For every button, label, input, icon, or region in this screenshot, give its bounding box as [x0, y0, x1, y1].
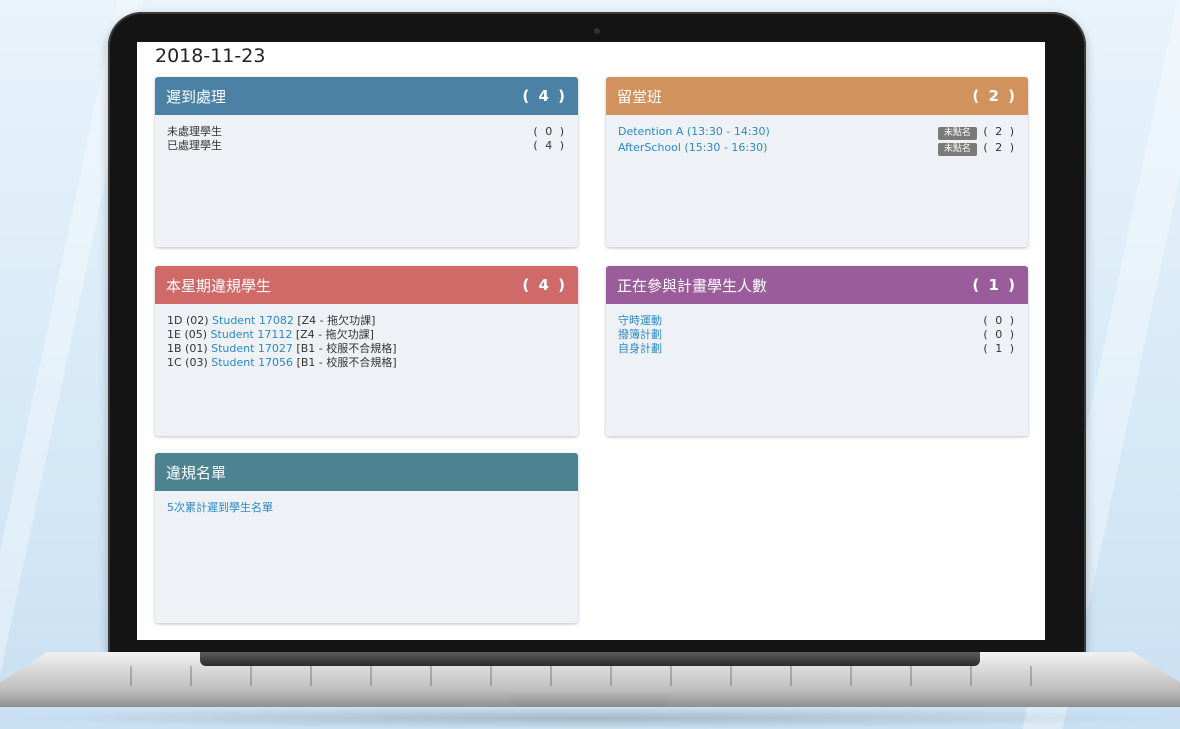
- late-panel-body: 未處理學生 ( 0 ) 已處理學生 ( 4 ): [155, 115, 578, 163]
- not-taken-attendance-badge: 未點名: [937, 142, 977, 156]
- late-row-label[interactable]: 已處理學生: [167, 139, 222, 153]
- violation-row: 1D (02) Student 17082 [Z4 - 拖欠功課]: [167, 314, 566, 328]
- program-count: ( 1 ): [983, 342, 1016, 355]
- programs-panel-header[interactable]: 正在參與計畫學生人數 ( 1 ): [606, 266, 1028, 304]
- program-count: ( 0 ): [983, 314, 1016, 327]
- late-row: 未處理學生 ( 0 ): [167, 125, 566, 139]
- laptop-keyboard-edge: [130, 666, 1050, 686]
- late-row-count: ( 4 ): [533, 139, 566, 152]
- late-panel-count: ( 4 ): [522, 87, 567, 105]
- detention-row-count: ( 2 ): [983, 140, 1016, 154]
- programs-panel: 正在參與計畫學生人數 ( 1 ) 守時運動 ( 0 ) 撥簿計劃 ( 0 ) 自…: [606, 266, 1028, 436]
- violation-rule: [B1 - 校服不合規格]: [296, 356, 397, 369]
- programs-panel-body: 守時運動 ( 0 ) 撥簿計劃 ( 0 ) 自身計劃 ( 1 ): [606, 304, 1028, 366]
- not-taken-attendance-badge: 未點名: [937, 126, 977, 140]
- screen: 2018-11-23 遲到處理 ( 4 ) 未處理學生 ( 0 ) 已處理學生 …: [137, 42, 1045, 640]
- late-5-times-list-link[interactable]: 5次累計遲到學生名單: [167, 501, 273, 514]
- weekly-violations-panel: 本星期違規學生 ( 4 ) 1D (02) Student 17082 [Z4 …: [155, 266, 578, 436]
- weekly-panel-body: 1D (02) Student 17082 [Z4 - 拖欠功課] 1E (05…: [155, 304, 578, 380]
- detention-panel-header[interactable]: 留堂班 ( 2 ): [606, 77, 1028, 115]
- detention-panel-body: Detention A (13:30 - 14:30) 未點名 ( 2 ) Af…: [606, 115, 1028, 165]
- violation-student-link[interactable]: Student 17027: [211, 342, 293, 355]
- violation-rule: [Z4 - 拖欠功課]: [295, 328, 374, 341]
- detention-panel-count: ( 2 ): [972, 87, 1017, 105]
- program-count: ( 0 ): [983, 328, 1016, 341]
- program-row: 撥簿計劃 ( 0 ): [618, 328, 1016, 342]
- violation-student-link[interactable]: Student 17082: [212, 314, 294, 327]
- detention-session-link[interactable]: AfterSchool (15:30 - 16:30): [618, 141, 767, 155]
- list-panel-body: 5次累計遲到學生名單: [155, 491, 578, 525]
- program-link[interactable]: 撥簿計劃: [618, 328, 662, 342]
- violation-rule: [B1 - 校服不合規格]: [296, 342, 397, 355]
- violation-class: 1D (02): [167, 314, 209, 327]
- laptop-shadow: [0, 707, 1180, 729]
- laptop-hinge: [200, 652, 980, 666]
- weekly-panel-header[interactable]: 本星期違規學生 ( 4 ): [155, 266, 578, 304]
- program-row: 守時運動 ( 0 ): [618, 314, 1016, 328]
- detention-row: AfterSchool (15:30 - 16:30) 未點名 ( 2 ): [618, 140, 1016, 156]
- late-row-count: ( 0 ): [533, 125, 566, 138]
- violation-row: 1E (05) Student 17112 [Z4 - 拖欠功課]: [167, 328, 566, 342]
- webcam-icon: [594, 28, 600, 34]
- violation-rule: [Z4 - 拖欠功課]: [297, 314, 376, 327]
- laptop-opening-notch: [508, 693, 672, 707]
- late-row: 已處理學生 ( 4 ): [167, 139, 566, 153]
- list-panel-header[interactable]: 違規名單: [155, 453, 578, 491]
- violation-row: 1C (03) Student 17056 [B1 - 校服不合規格]: [167, 356, 566, 370]
- late-panel-header[interactable]: 遲到處理 ( 4 ): [155, 77, 578, 115]
- page-date: 2018-11-23: [155, 45, 266, 67]
- program-row: 自身計劃 ( 1 ): [618, 342, 1016, 356]
- violation-row: 1B (01) Student 17027 [B1 - 校服不合規格]: [167, 342, 566, 356]
- late-row-label[interactable]: 未處理學生: [167, 125, 222, 139]
- program-link[interactable]: 守時運動: [618, 314, 662, 328]
- weekly-panel-count: ( 4 ): [522, 276, 567, 294]
- violation-class: 1B (01): [167, 342, 208, 355]
- violation-class: 1C (03): [167, 356, 208, 369]
- violation-list-panel: 違規名單 5次累計遲到學生名單: [155, 453, 578, 623]
- detention-panel-title: 留堂班: [617, 87, 663, 106]
- violation-student-link[interactable]: Student 17056: [211, 356, 293, 369]
- detention-panel: 留堂班 ( 2 ) Detention A (13:30 - 14:30) 未點…: [606, 77, 1028, 247]
- detention-row: Detention A (13:30 - 14:30) 未點名 ( 2 ): [618, 124, 1016, 140]
- weekly-panel-title: 本星期違規學生: [166, 276, 272, 295]
- program-link[interactable]: 自身計劃: [618, 342, 662, 356]
- list-panel-title: 違規名單: [166, 463, 227, 482]
- programs-panel-title: 正在參與計畫學生人數: [617, 276, 768, 295]
- violation-class: 1E (05): [167, 328, 208, 341]
- detention-row-count: ( 2 ): [983, 124, 1016, 138]
- programs-panel-count: ( 1 ): [972, 276, 1017, 294]
- late-panel-title: 遲到處理: [166, 87, 227, 106]
- violation-student-link[interactable]: Student 17112: [211, 328, 293, 341]
- late-panel: 遲到處理 ( 4 ) 未處理學生 ( 0 ) 已處理學生 ( 4 ): [155, 77, 578, 247]
- detention-session-link[interactable]: Detention A (13:30 - 14:30): [618, 125, 770, 139]
